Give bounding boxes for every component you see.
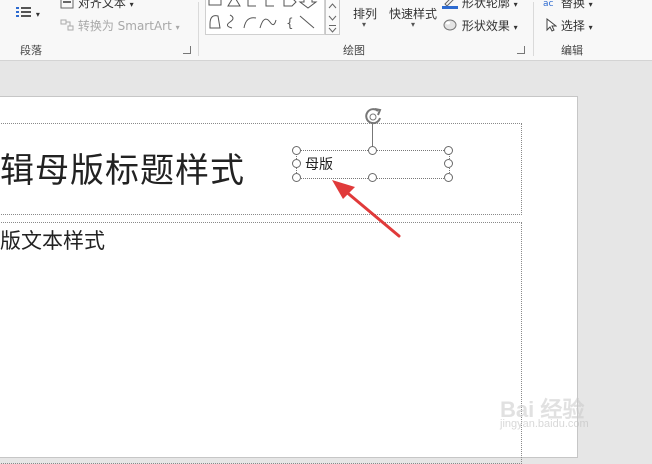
selected-textbox-text[interactable]: 母版 [305, 154, 333, 174]
convert-smartart-label: 转换为 SmartArt [77, 19, 172, 33]
watermark-url: jingyan.baidu.com [500, 418, 589, 430]
resize-handle-bottom-right[interactable] [444, 173, 453, 182]
rotate-handle-icon[interactable] [362, 106, 384, 126]
align-text-label: 对齐文本 [77, 0, 126, 10]
replace-button[interactable]: ac 替换 ▾ [543, 0, 593, 12]
shape-effects-label: 形状效果 [461, 19, 510, 33]
replace-label: 替换 [560, 0, 585, 10]
chevron-down-icon: ▾ [588, 23, 593, 32]
smartart-icon [60, 18, 74, 35]
shape-outline-button[interactable]: 形状轮廓 ▾ [442, 0, 518, 12]
resize-handle-top[interactable] [368, 146, 377, 155]
resize-handle-top-right[interactable] [444, 146, 453, 155]
chevron-down-icon: ▾ [129, 0, 134, 9]
list-icon [16, 6, 32, 21]
resize-handle-left[interactable] [292, 159, 301, 168]
dialog-launcher-icon[interactable] [183, 46, 191, 54]
shapes-gallery[interactable]: { [205, 0, 325, 35]
select-button[interactable]: 选择 ▾ [545, 17, 593, 35]
group-divider [198, 2, 199, 56]
replace-icon: ac [543, 0, 557, 12]
body-placeholder[interactable] [0, 222, 522, 464]
chevron-down-icon: ▾ [35, 10, 40, 19]
list-level-button[interactable]: ▾ [16, 6, 40, 21]
select-label: 选择 [560, 19, 585, 33]
gallery-more-icon [328, 3, 337, 33]
align-text-button[interactable]: 对齐文本 ▾ [60, 0, 134, 12]
svg-text:{: { [286, 16, 294, 30]
paragraph-group-label: 段落 [20, 44, 42, 57]
chevron-down-icon: ▾ [411, 20, 416, 29]
body-placeholder-text: 版文本样式 [0, 229, 105, 253]
shape-outline-label: 形状轮廓 [461, 0, 510, 10]
group-divider [533, 2, 534, 56]
quick-styles-label: 快速样式 [389, 7, 438, 21]
chevron-down-icon: ▾ [362, 20, 367, 29]
chevron-down-icon: ▾ [513, 23, 518, 32]
drawing-group-label: 绘图 [343, 44, 365, 57]
rotation-line [372, 122, 373, 149]
align-text-icon [60, 0, 74, 12]
shape-effects-button[interactable]: 形状效果 ▾ [442, 17, 518, 35]
shape-effects-icon [442, 18, 458, 35]
chevron-down-icon: ▾ [175, 23, 180, 32]
chevron-down-icon: ▾ [513, 0, 518, 9]
shapes-icon: { [208, 0, 318, 30]
resize-handle-right[interactable] [444, 159, 453, 168]
ribbon: ▾ 对齐文本 ▾ 转换为 SmartArt ▾ 段落 {排列 ▾ 快速样式 ▾… [0, 0, 652, 61]
cursor-icon [545, 17, 558, 35]
resize-handle-top-left[interactable] [292, 146, 301, 155]
svg-text:ac: ac [543, 0, 554, 9]
resize-handle-bottom-left[interactable] [292, 173, 301, 182]
resize-handle-bottom[interactable] [368, 173, 377, 182]
shapes-gallery-scroll[interactable] [325, 0, 340, 35]
arrange-label: 排列 [353, 7, 378, 21]
title-placeholder-text: 辑母版标题样式 [0, 151, 245, 191]
pen-outline-icon [442, 0, 458, 12]
convert-smartart-button[interactable]: 转换为 SmartArt ▾ [60, 17, 180, 35]
dialog-launcher-icon[interactable] [517, 46, 525, 54]
chevron-down-icon: ▾ [588, 0, 593, 9]
editing-group-label: 编辑 [561, 44, 583, 57]
